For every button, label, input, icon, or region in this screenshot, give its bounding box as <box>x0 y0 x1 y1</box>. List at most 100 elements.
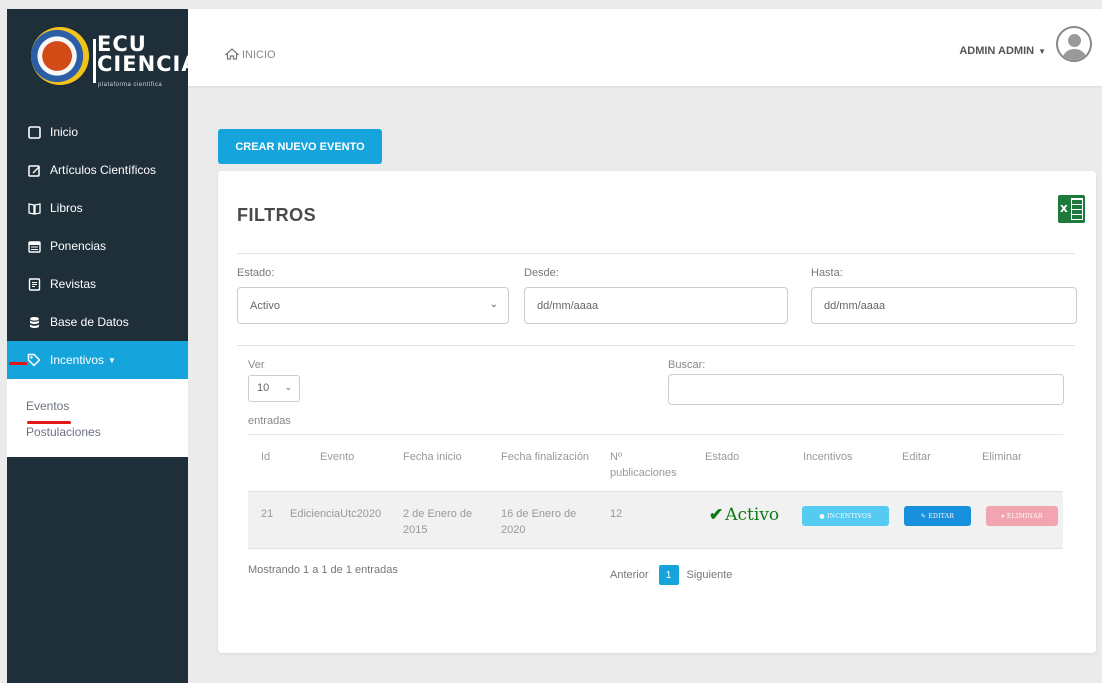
breadcrumb: INICIO <box>224 47 276 63</box>
cell-fecha-fin-line2: 2020 <box>501 524 526 536</box>
avatar-head <box>1068 34 1081 47</box>
desde-date-placeholder: dd/mm/aaaa <box>537 299 599 312</box>
excel-export-icon[interactable]: x <box>1058 195 1085 223</box>
column-header-editar[interactable]: Editar <box>902 449 931 465</box>
events-card: FILTROS x Estado: Activo ⌄ Desde: dd/mm/… <box>218 171 1096 653</box>
sidebar-item-label: Revistas <box>50 277 97 291</box>
edit-icon <box>27 163 41 177</box>
pagination-next[interactable]: Siguiente <box>687 569 733 581</box>
page-size-select[interactable]: 10 ⌄ <box>248 375 300 402</box>
calendar-icon <box>27 239 41 253</box>
cell-fecha-inicio: 2 de Enero de 2015 <box>403 506 472 538</box>
incentivos-button-label: INCENTIVOS <box>827 512 872 520</box>
caret-down-icon: ▼ <box>108 355 116 365</box>
entries-label: entradas <box>248 415 291 427</box>
sidebar-item-label: Libros <box>50 201 83 215</box>
caret-down-icon: ▼ <box>1038 46 1046 56</box>
estado-select[interactable]: Activo ⌄ <box>237 287 509 324</box>
tag-icon <box>27 353 41 367</box>
entries-info: Mostrando 1 a 1 de 1 entradas <box>248 564 398 576</box>
column-header-eliminar[interactable]: Eliminar <box>982 449 1022 465</box>
trash-icon: ▾ <box>1001 512 1005 520</box>
sidebar: ECU CIENCIA plataforma científica Inicio… <box>7 9 198 683</box>
brand-line2: CIENCIA <box>97 52 199 76</box>
divider <box>237 253 1075 254</box>
sidebar-item-ponencias[interactable]: Ponencias <box>7 227 188 265</box>
user-menu[interactable]: ADMIN ADMIN ▼ <box>959 45 1046 57</box>
cell-id: 21 <box>261 508 274 520</box>
sidebar-nav: Inicio Artículos Científicos Libros Pone… <box>7 113 188 379</box>
cell-fecha-inicio-line1: 2 de Enero de <box>403 508 473 520</box>
square-icon <box>27 125 41 139</box>
user-name: ADMIN ADMIN <box>959 45 1035 57</box>
column-header-incentivos[interactable]: Incentivos <box>803 449 853 465</box>
column-header-num: Nº <box>610 451 622 463</box>
column-header-fecha-inicio[interactable]: Fecha inicio <box>403 449 462 465</box>
hasta-date-placeholder: dd/mm/aaaa <box>824 299 886 312</box>
column-header-fecha-fin[interactable]: Fecha finalización <box>501 449 589 465</box>
status-badge: ✔ Activo <box>709 505 779 525</box>
page-size-value: 10 <box>257 382 270 394</box>
delete-button-label: ELIMINAR <box>1006 512 1043 520</box>
column-header-id[interactable]: Id <box>261 449 270 465</box>
brand-logo[interactable]: ECU CIENCIA plataforma científica <box>7 9 198 101</box>
sidebar-item-incentivos[interactable]: Incentivos ▼ <box>7 341 188 379</box>
sidebar-item-label: Incentivos <box>50 353 105 367</box>
search-input[interactable] <box>668 374 1064 405</box>
ecuador-globe-icon <box>31 27 89 85</box>
sidebar-item-articulos[interactable]: Artículos Científicos <box>7 151 188 189</box>
column-header-evento[interactable]: Evento <box>320 449 354 465</box>
eye-icon: ● <box>819 512 825 520</box>
edit-button[interactable]: ✎ EDITAR <box>904 506 971 526</box>
sidebar-item-base-datos[interactable]: Base de Datos <box>7 303 188 341</box>
checkmark-icon: ✔ <box>709 505 724 525</box>
brand-tagline: plataforma científica <box>98 82 163 88</box>
edit-button-label: EDITAR <box>928 512 955 520</box>
database-icon <box>27 315 41 329</box>
filters-title: FILTROS <box>237 205 317 225</box>
cell-fecha-fin-line1: 16 de Enero de <box>501 508 577 520</box>
pagination-previous[interactable]: Anterior <box>610 569 649 581</box>
pagination: Anterior 1 Siguiente <box>610 565 732 585</box>
table-header: Id Evento Fecha inicio Fecha finalizació… <box>248 434 1063 492</box>
create-event-button[interactable]: CREAR NUEVO EVENTO <box>218 129 382 164</box>
search-label: Buscar: <box>668 359 706 371</box>
logo-divider <box>93 39 96 83</box>
sidebar-item-label: Base de Datos <box>50 315 129 329</box>
document-icon <box>27 277 41 291</box>
divider <box>237 345 1075 346</box>
chevron-down-icon: ⌄ <box>284 382 292 392</box>
status-text: Activo <box>725 505 780 525</box>
cell-fecha-inicio-line2: 2015 <box>403 524 428 536</box>
column-header-estado[interactable]: Estado <box>705 449 739 465</box>
excel-grid <box>1071 198 1083 220</box>
column-header-publicaciones-label: publicaciones <box>610 467 677 479</box>
brand-name: ECU CIENCIA <box>97 32 199 76</box>
home-icon[interactable] <box>224 47 240 63</box>
cell-fecha-fin: 16 de Enero de 2020 <box>501 506 576 538</box>
delete-button[interactable]: ▾ ELIMINAR <box>986 506 1058 526</box>
avatar-body <box>1062 49 1087 60</box>
pagination-page-1[interactable]: 1 <box>658 565 679 585</box>
avatar[interactable] <box>1056 26 1092 62</box>
breadcrumb-inicio[interactable]: INICIO <box>242 49 276 61</box>
estado-label: Estado: <box>237 267 275 279</box>
incentivos-button[interactable]: ● INCENTIVOS <box>802 506 889 526</box>
column-header-publicaciones[interactable]: Nº publicaciones <box>610 449 677 481</box>
desde-label: Desde: <box>524 267 559 279</box>
sidebar-item-label: Artículos Científicos <box>50 163 157 177</box>
submenu-item-eventos[interactable]: Eventos <box>7 393 188 424</box>
sidebar-item-inicio[interactable]: Inicio <box>7 113 188 151</box>
hasta-date-input[interactable]: dd/mm/aaaa <box>811 287 1077 324</box>
brand-line1: ECU <box>97 32 147 56</box>
book-icon <box>27 201 41 215</box>
top-header: INICIO ADMIN ADMIN ▼ <box>188 9 1102 86</box>
sidebar-item-revistas[interactable]: Revistas <box>7 265 188 303</box>
page-size-label: Ver <box>248 359 265 371</box>
desde-date-input[interactable]: dd/mm/aaaa <box>524 287 788 324</box>
table-row: 21 EdicienciaUtc2020 2 de Enero de 2015 … <box>248 491 1063 549</box>
hasta-label: Hasta: <box>811 267 843 279</box>
cell-publicaciones: 12 <box>610 508 623 520</box>
sidebar-item-libros[interactable]: Libros <box>7 189 188 227</box>
submenu-item-postulaciones[interactable]: Postulaciones <box>7 419 188 445</box>
